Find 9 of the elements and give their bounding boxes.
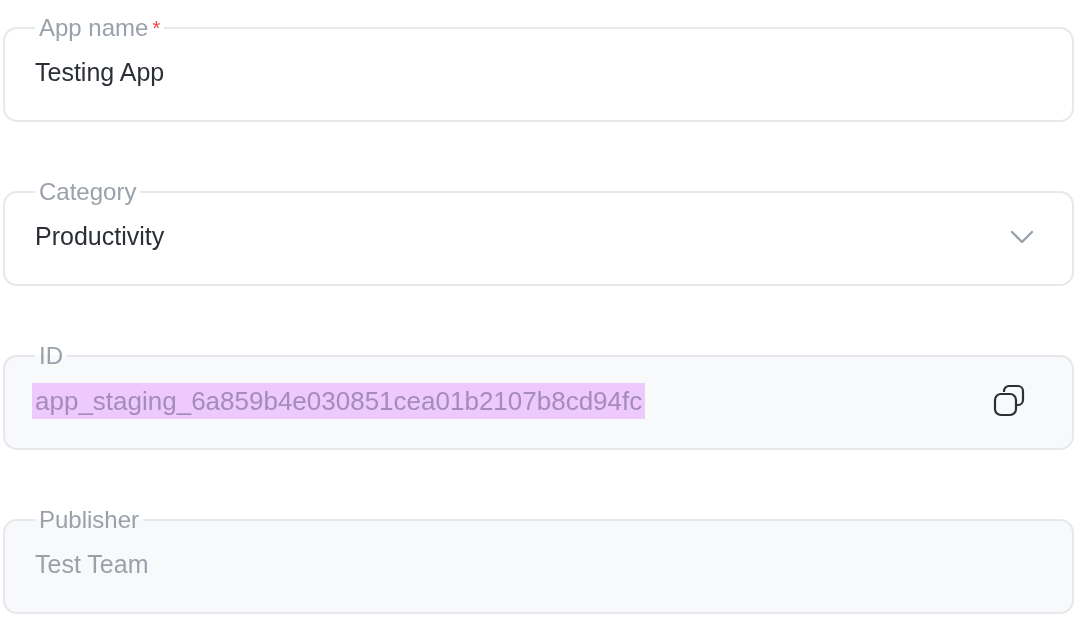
chevron-down-icon bbox=[1010, 230, 1034, 244]
field-label: Category bbox=[38, 178, 138, 206]
select-input[interactable]: Productivity bbox=[35, 218, 1010, 256]
id-value: app_staging_6a859b4e030851cea01b2107b8cd94fc bbox=[32, 383, 646, 419]
required-mark: * bbox=[152, 17, 161, 39]
field-label: App name bbox=[39, 14, 149, 41]
field-label: Publisher bbox=[38, 506, 141, 534]
field-label: ID bbox=[38, 342, 64, 370]
text-input[interactable]: Testing App bbox=[35, 54, 1042, 92]
